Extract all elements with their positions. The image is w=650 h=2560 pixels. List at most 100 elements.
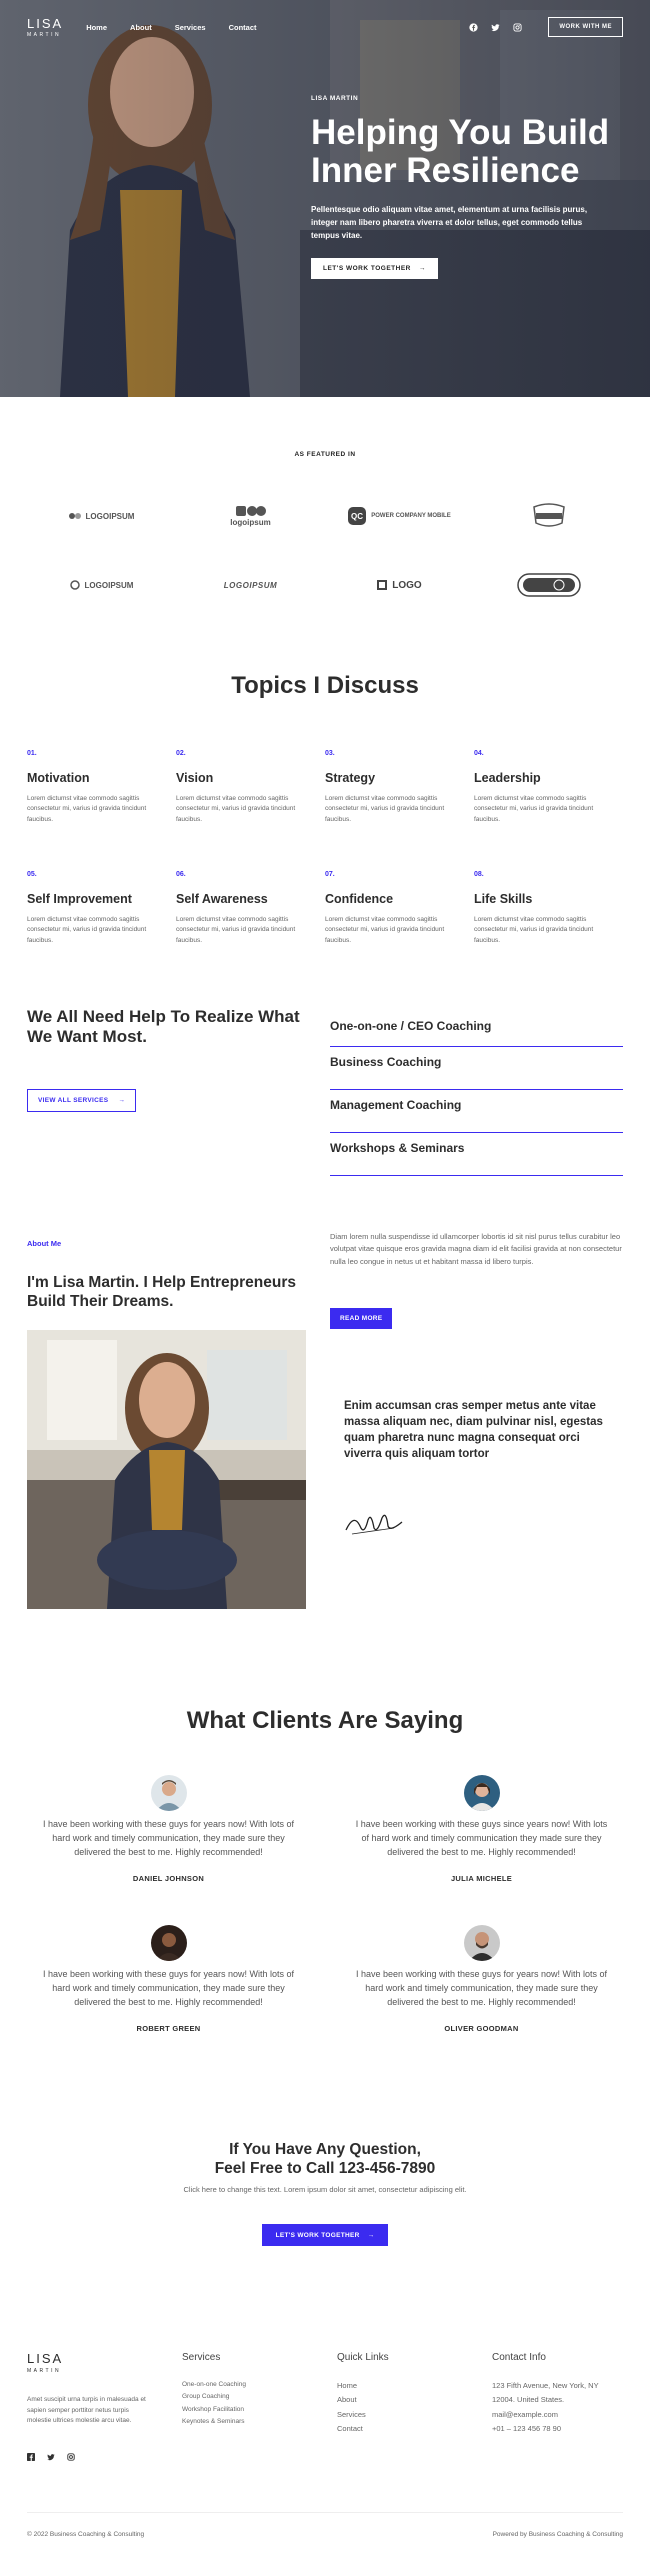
arrow-right-icon: → [418, 265, 426, 273]
testimonial-card: I have been working with these guys for … [27, 1925, 310, 2033]
topic-description: Lorem dictumst vitae commodo sagittis co… [176, 795, 296, 823]
logo-mark-icon: QC [348, 507, 367, 525]
topic-title: Confidence [325, 892, 394, 906]
cta-title: If You Have Any Question, Feel Free to C… [0, 2140, 650, 2179]
featured-logo-text: LOGO [392, 579, 422, 591]
testimonials-row-2: I have been working with these guys for … [27, 1925, 623, 2033]
featured-label: AS FEATURED IN [294, 451, 356, 458]
work-with-me-button[interactable]: WORK WITH ME [548, 17, 623, 37]
footer-service-link[interactable]: Workshop Facilitation [182, 2404, 246, 2416]
testimonial-name: DANIEL JOHNSON [132, 1873, 205, 1883]
featured-logos-row-2: LOGOIPSUM LOGOIPSUM LOGO [27, 570, 623, 600]
testimonial-name: OLIVER GOODMAN [444, 2023, 519, 2033]
footer-bottom-bar: © 2022 Business Coaching & Consulting Po… [27, 2512, 623, 2538]
topic-description: Lorem dictumst vitae commodo sagittis co… [325, 795, 445, 823]
testimonial-quote: I have been working with these guys sinc… [355, 1819, 608, 1857]
about-quote: Enim accumsan cras semper metus ante vit… [344, 1400, 603, 1461]
testimonial-name: ROBERT GREEN [136, 2023, 201, 2033]
cta-title-line2: Feel Free to Call 123-456-7890 [214, 2160, 436, 2178]
nav-link-services[interactable]: Services [175, 23, 206, 32]
service-item[interactable]: Business Coaching [330, 1047, 623, 1090]
facebook-icon[interactable] [469, 22, 478, 32]
footer-phone[interactable]: +01 – 123 456 78 90 [492, 2422, 599, 2436]
featured-logo: LOGOIPSUM [176, 570, 325, 600]
topic-description: Lorem dictumst vitae commodo sagittis co… [27, 916, 147, 944]
testimonials-title: What Clients Are Saying [186, 1707, 464, 1734]
logo-mark-icon [235, 505, 266, 516]
footer-logo[interactable]: LISA MARTIN [27, 2350, 63, 2374]
cta-button[interactable]: LET'S WORK TOGETHER → [262, 2224, 388, 2246]
hero-cta-label: LET'S WORK TOGETHER [323, 265, 411, 273]
topic-title: Self Improvement [27, 892, 132, 906]
hero-title: Helping You Build Inner Resilience [311, 113, 610, 190]
service-item[interactable]: Workshops & Seminars [330, 1133, 623, 1176]
featured-logo: LOGOIPSUM [27, 501, 176, 531]
featured-logos-row-1: LOGOIPSUM logoipsum QC POWER COMPANY MOB… [27, 501, 623, 531]
view-all-services-button[interactable]: VIEW ALL SERVICES → [27, 1089, 137, 1112]
main-menu: Home About Services Contact [86, 23, 256, 32]
footer: LISA MARTIN Amet suscipit urna turpis in… [0, 2320, 650, 2560]
topic-card: 07. Confidence Lorem dictumst vitae comm… [325, 871, 474, 946]
featured-logo: QC POWER COMPANY MOBILE [325, 501, 474, 531]
top-navigation: LISA MARTIN Home About Services Contact … [27, 16, 623, 38]
footer-social-links [27, 2453, 75, 2463]
featured-logo-text: LOGOIPSUM [223, 580, 278, 590]
logo-mark-icon [516, 573, 581, 597]
topic-number: 05. [27, 871, 37, 878]
topic-card: 03. Strategy Lorem dictumst vitae commod… [325, 750, 474, 825]
footer-service-link[interactable]: Group Coaching [182, 2391, 246, 2403]
testimonial-quote: I have been working with these guys for … [42, 1969, 295, 2007]
hero-eyebrow: LISA MARTIN [311, 95, 359, 102]
svg-text:QC: QC [351, 512, 363, 521]
logo-mark-icon [69, 580, 80, 590]
about-title: I'm Lisa Martin. I Help Entrepreneurs Bu… [27, 1274, 296, 1311]
testimonial-card: I have been working with these guys sinc… [340, 1775, 623, 1883]
topic-title: Vision [176, 771, 214, 785]
footer-link-services[interactable]: Services [337, 2408, 389, 2422]
testimonials-row-1: I have been working with these guys for … [27, 1775, 623, 1883]
nav-link-about[interactable]: About [130, 23, 152, 32]
logo-line1: LISA [27, 16, 64, 31]
topic-title: Life Skills [474, 892, 533, 906]
instagram-icon[interactable] [67, 2453, 75, 2463]
arrow-right-icon: → [118, 1097, 126, 1104]
facebook-icon[interactable] [27, 2453, 35, 2463]
footer-service-link[interactable]: Keynotes & Seminars [182, 2416, 246, 2428]
site-logo[interactable]: LISA MARTIN [27, 16, 63, 38]
cta-title-line1: If You Have Any Question, [229, 2141, 421, 2158]
footer-about: Amet suscipit urna turpis in malesuada e… [27, 2396, 146, 2425]
topic-title: Strategy [325, 771, 376, 785]
twitter-icon[interactable] [491, 23, 500, 32]
hero-section: LISA MARTIN Home About Services Contact … [0, 0, 650, 397]
topics-grid-row-1: 01. Motivation Lorem dictumst vitae comm… [27, 750, 623, 825]
topic-card: 08. Life Skills Lorem dictumst vitae com… [474, 871, 623, 946]
footer-link-about[interactable]: About [337, 2393, 389, 2407]
arrow-right-icon: → [367, 2231, 375, 2239]
footer-email[interactable]: mail@example.com [492, 2408, 599, 2422]
logo-line2: MARTIN [27, 32, 62, 38]
footer-address-line1: 123 Fifth Avenue, New York, NY [492, 2381, 599, 2390]
twitter-icon[interactable] [47, 2453, 55, 2463]
nav-link-contact[interactable]: Contact [229, 23, 257, 32]
footer-link-home[interactable]: Home [337, 2379, 389, 2393]
featured-logo-text: LOGOIPSUM [84, 580, 134, 590]
footer-services-title: Services [182, 2352, 221, 2363]
nav-social-links [469, 22, 522, 32]
footer-address-line2: 12004. United States. [492, 2395, 565, 2405]
service-item[interactable]: One-on-one / CEO Coaching [330, 1012, 623, 1047]
footer-contact-column: Contact Info 123 Fifth Avenue, New York,… [492, 2352, 599, 2436]
view-all-services-label: VIEW ALL SERVICES [38, 1097, 109, 1104]
footer-service-link[interactable]: One-on-one Coaching [182, 2379, 246, 2391]
copyright-text: © 2022 Business Coaching & Consulting [27, 2531, 145, 2538]
service-item[interactable]: Management Coaching [330, 1090, 623, 1133]
instagram-icon[interactable] [513, 22, 522, 32]
read-more-button[interactable]: READ MORE [330, 1308, 393, 1329]
topic-number: 06. [176, 871, 186, 878]
topics-title: Topics I Discuss [231, 672, 419, 699]
nav-link-home[interactable]: Home [86, 23, 107, 32]
topic-description: Lorem dictumst vitae commodo sagittis co… [474, 795, 594, 823]
hero-cta-button[interactable]: LET'S WORK TOGETHER → [311, 258, 438, 280]
topic-description: Lorem dictumst vitae commodo sagittis co… [27, 795, 147, 823]
footer-link-contact[interactable]: Contact [337, 2422, 389, 2436]
footer-links-title: Quick Links [337, 2352, 389, 2363]
